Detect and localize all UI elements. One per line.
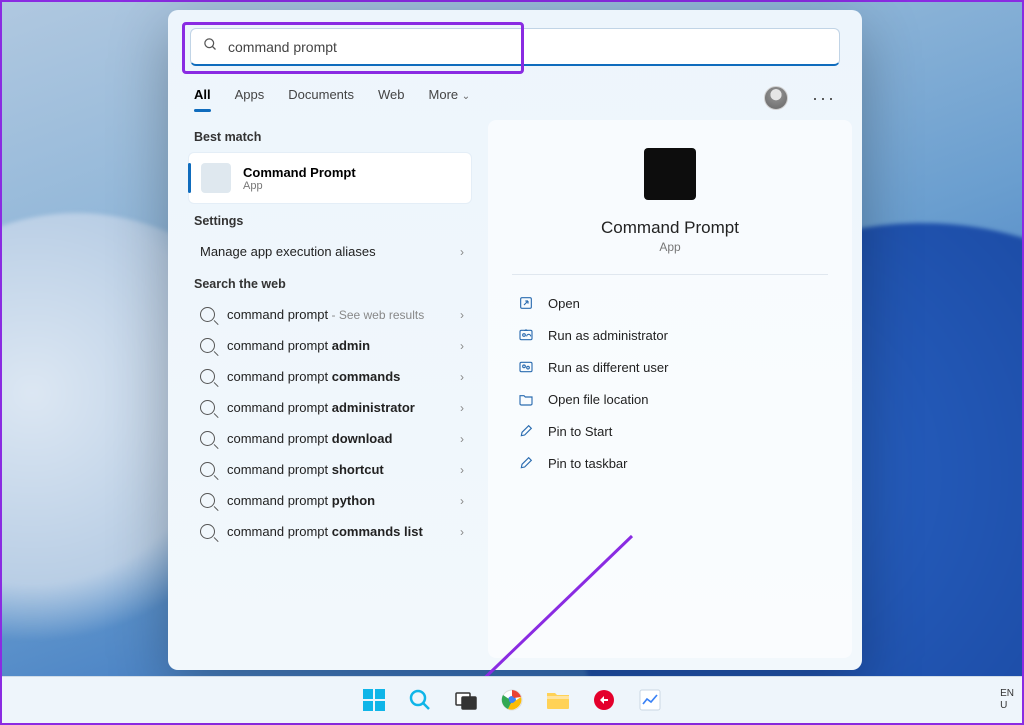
search-icon	[200, 338, 215, 353]
tab-web[interactable]: Web	[378, 87, 405, 110]
taskbar-app-chrome[interactable]	[493, 681, 531, 719]
search-icon	[200, 431, 215, 446]
preview-action[interactable]: Open file location	[512, 383, 828, 415]
preview-action[interactable]: Pin to taskbar	[512, 447, 828, 479]
user-avatar[interactable]	[764, 86, 788, 110]
chevron-right-icon: ›	[460, 308, 464, 322]
web-result[interactable]: command prompt download ›	[178, 423, 482, 454]
chevron-right-icon: ›	[460, 432, 464, 446]
web-result-label: command prompt python	[227, 493, 375, 508]
search-icon	[200, 493, 215, 508]
language-indicator[interactable]: ENU	[1000, 688, 1014, 712]
settings-result-label: Manage app execution aliases	[200, 244, 376, 259]
search-icon	[203, 37, 218, 57]
best-match-subtitle: App	[243, 180, 356, 192]
preview-action-label: Open file location	[548, 392, 648, 407]
preview-action[interactable]: Pin to Start	[512, 415, 828, 447]
chevron-right-icon: ›	[460, 525, 464, 539]
pin-icon	[518, 423, 534, 439]
search-box[interactable]	[190, 28, 840, 66]
folder-icon	[518, 391, 534, 407]
web-result-label: command prompt admin	[227, 338, 370, 353]
search-icon	[200, 462, 215, 477]
chevron-down-icon: ⌄	[462, 91, 470, 102]
chevron-right-icon: ›	[460, 494, 464, 508]
chevron-right-icon: ›	[460, 401, 464, 415]
preview-action-label: Open	[548, 296, 580, 311]
preview-action-label: Pin to taskbar	[548, 456, 628, 471]
taskbar-search-button[interactable]	[401, 681, 439, 719]
preview-action-label: Run as different user	[548, 360, 668, 375]
tab-all[interactable]: All	[194, 87, 211, 110]
tab-apps[interactable]: Apps	[235, 87, 265, 110]
web-result[interactable]: command prompt commands ›	[178, 361, 482, 392]
preview-action[interactable]: Run as different user	[512, 351, 828, 383]
pin-icon	[518, 455, 534, 471]
best-match-result[interactable]: Command Prompt App	[188, 152, 472, 204]
preview-pane: Command Prompt App Open Run as administra…	[488, 120, 852, 658]
taskbar: ENU	[2, 676, 1022, 723]
web-result-label: command prompt administrator	[227, 400, 415, 415]
web-result[interactable]: command prompt shortcut ›	[178, 454, 482, 485]
chevron-right-icon: ›	[460, 370, 464, 384]
chevron-right-icon: ›	[460, 245, 464, 259]
web-result[interactable]: command prompt admin ›	[178, 330, 482, 361]
web-result-label: command prompt shortcut	[227, 462, 384, 477]
web-result[interactable]: command prompt - See web results ›	[178, 299, 482, 330]
web-result-label: command prompt commands	[227, 369, 400, 384]
preview-subtitle: App	[512, 240, 828, 254]
section-settings: Settings	[178, 204, 482, 236]
search-icon	[200, 524, 215, 539]
preview-action-label: Run as administrator	[548, 328, 668, 343]
web-result[interactable]: command prompt python ›	[178, 485, 482, 516]
app-icon	[201, 163, 231, 193]
shield-icon	[518, 327, 534, 343]
taskbar-app-generic-red[interactable]	[585, 681, 623, 719]
best-match-title: Command Prompt	[243, 165, 356, 180]
divider	[512, 274, 828, 275]
tab-more[interactable]: More ⌄	[429, 87, 471, 110]
preview-app-icon	[644, 148, 696, 200]
taskbar-app-explorer[interactable]	[539, 681, 577, 719]
preview-action[interactable]: Open	[512, 287, 828, 319]
system-tray[interactable]: ENU	[1000, 677, 1014, 723]
search-icon	[200, 307, 215, 322]
web-result-label: command prompt download	[227, 431, 392, 446]
web-result-label: command prompt commands list	[227, 524, 423, 539]
web-result[interactable]: command prompt commands list ›	[178, 516, 482, 547]
search-icon	[200, 400, 215, 415]
user-icon	[518, 359, 534, 375]
web-result[interactable]: command prompt administrator ›	[178, 392, 482, 423]
chevron-right-icon: ›	[460, 339, 464, 353]
preview-action-label: Pin to Start	[548, 424, 612, 439]
tab-documents[interactable]: Documents	[288, 87, 354, 110]
start-search-panel: All Apps Documents Web More ⌄ ··· Best m…	[168, 10, 862, 670]
preview-title: Command Prompt	[512, 218, 828, 238]
results-column: Best match Command Prompt App Settings M…	[178, 120, 482, 658]
taskbar-app-chart[interactable]	[631, 681, 669, 719]
search-input[interactable]	[228, 39, 827, 55]
section-search-web: Search the web	[178, 267, 482, 299]
settings-result[interactable]: Manage app execution aliases ›	[178, 236, 482, 267]
filter-tabs: All Apps Documents Web More ⌄	[194, 87, 740, 110]
search-icon	[200, 369, 215, 384]
chevron-right-icon: ›	[460, 463, 464, 477]
section-best-match: Best match	[178, 120, 482, 152]
preview-action[interactable]: Run as administrator	[512, 319, 828, 351]
task-view-button[interactable]	[447, 681, 485, 719]
start-button[interactable]	[355, 681, 393, 719]
open-icon	[518, 295, 534, 311]
overflow-menu-button[interactable]: ···	[812, 88, 836, 109]
web-result-label: command prompt - See web results	[227, 307, 424, 322]
